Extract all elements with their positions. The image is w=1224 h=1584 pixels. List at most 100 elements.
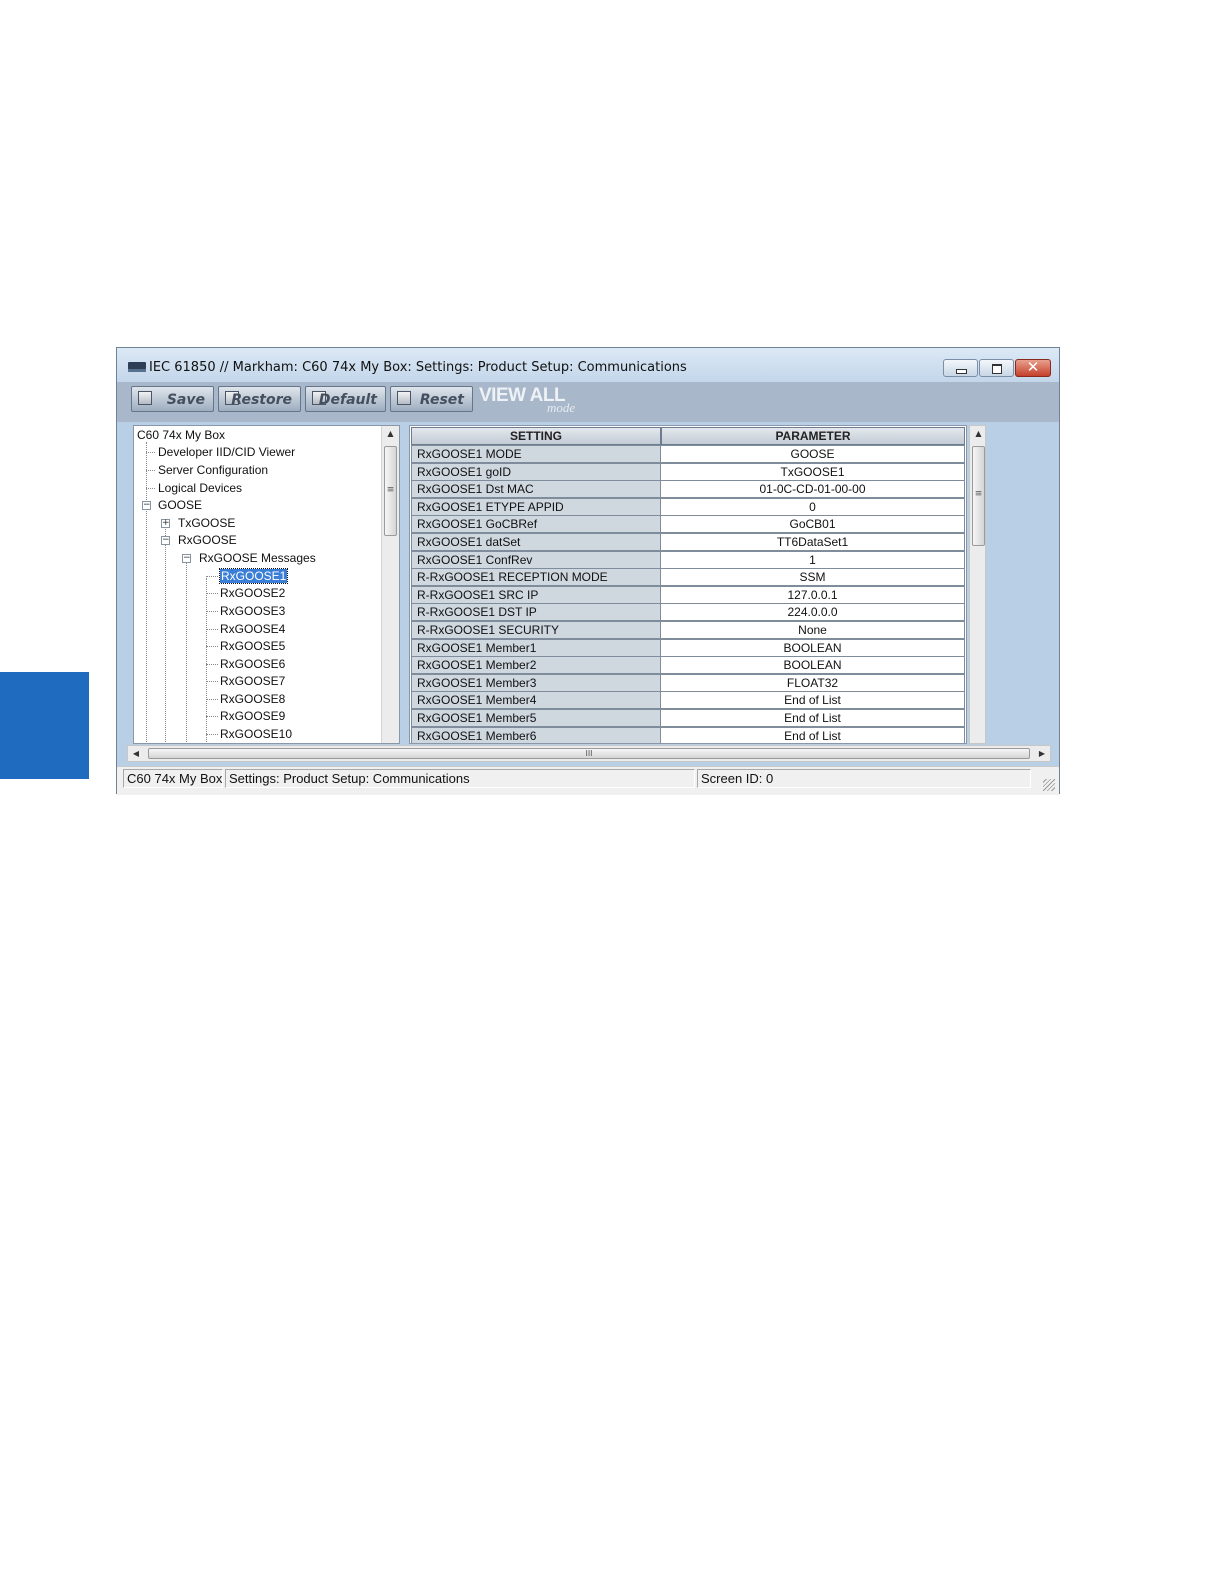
- parameter-value-cell[interactable]: GOOSE: [661, 445, 965, 463]
- tree-connector: [206, 576, 218, 577]
- maximize-icon: [992, 364, 1002, 374]
- grid-vertical-scrollbar[interactable]: ▲ ≡: [969, 425, 986, 744]
- setting-name-cell: RxGOOSE1 GoCBRef: [411, 515, 661, 534]
- column-header-setting[interactable]: SETTING: [411, 427, 661, 445]
- settings-grid: SETTING PARAMETER RxGOOSE1 MODE GOOSE RxGO…: [409, 425, 967, 744]
- default-button[interactable]: Default: [305, 386, 386, 412]
- setting-name-cell: R-RxGOOSE1 SRC IP: [411, 585, 661, 604]
- grip-icon: ≡: [386, 485, 395, 495]
- tree-connector: [206, 646, 218, 647]
- tree-item-txgoose[interactable]: TxGOOSE: [178, 516, 235, 530]
- tree-item-rxgoose-messages[interactable]: RxGOOSE Messages: [199, 551, 316, 565]
- expand-icon[interactable]: +: [161, 519, 170, 528]
- status-screen-id: Screen ID: 0: [697, 769, 1031, 788]
- tree-item-rxgoose10[interactable]: RxGOOSE10: [220, 727, 292, 741]
- status-device: C60 74x My Box: [123, 769, 223, 788]
- tree-item-rxgoose5[interactable]: RxGOOSE5: [220, 639, 285, 653]
- tree-scroll-thumb[interactable]: ≡: [384, 446, 397, 536]
- setting-name-cell: RxGOOSE1 MODE: [411, 445, 661, 463]
- parameter-value-cell[interactable]: FLOAT32: [661, 673, 965, 692]
- parameter-value-cell[interactable]: 0: [661, 497, 965, 516]
- horizontal-scrollbar[interactable]: ◀ III ▶: [127, 745, 1051, 762]
- minimize-button[interactable]: [943, 359, 978, 377]
- setting-name-cell: RxGOOSE1 Member1: [411, 638, 661, 657]
- parameter-value-cell[interactable]: GoCB01: [661, 515, 965, 534]
- setting-name-cell: RxGOOSE1 Member6: [411, 726, 661, 743]
- setting-name-cell: RxGOOSE1 Member3: [411, 673, 661, 692]
- parameter-value-cell[interactable]: 224.0.0.0: [661, 603, 965, 622]
- setting-name-cell: RxGOOSE1 ETYPE APPID: [411, 497, 661, 516]
- save-label: Save: [166, 392, 205, 408]
- collapse-icon[interactable]: −: [161, 536, 170, 545]
- tree-connector: [206, 611, 218, 612]
- setting-name-cell: R-RxGOOSE1 RECEPTION MODE: [411, 568, 661, 587]
- restore-button[interactable]: Restore: [218, 386, 301, 412]
- settings-window: IEC 61850 // Markham: C60 74x My Box: Se…: [116, 347, 1060, 795]
- title-bar[interactable]: IEC 61850 // Markham: C60 74x My Box: Se…: [117, 348, 1059, 382]
- parameter-value-cell[interactable]: End of List: [661, 709, 965, 727]
- save-button[interactable]: Save: [131, 386, 214, 412]
- resize-grip-icon[interactable]: [1043, 779, 1055, 791]
- tree-connector: [146, 488, 155, 489]
- status-bar: C60 74x My Box Settings: Product Setup: …: [117, 766, 1059, 795]
- parameter-value-cell[interactable]: TT6DataSet1: [661, 533, 965, 551]
- grid-scroll-thumb[interactable]: ≡: [972, 446, 985, 546]
- setting-name-cell: R-RxGOOSE1 SECURITY: [411, 621, 661, 639]
- tree-item-goose[interactable]: GOOSE: [158, 498, 202, 512]
- parameter-value-cell[interactable]: SSM: [661, 568, 965, 587]
- tree-item-rxgoose1[interactable]: RxGOOSE1: [218, 568, 289, 584]
- tree-item-logical-devices[interactable]: Logical Devices: [158, 481, 242, 495]
- tree-item-rxgoose7[interactable]: RxGOOSE7: [220, 674, 285, 688]
- scroll-up-icon[interactable]: ▲: [382, 426, 399, 442]
- tree-item-rxgoose9[interactable]: RxGOOSE9: [220, 709, 285, 723]
- close-icon: ✕: [1026, 358, 1040, 376]
- setting-name-cell: RxGOOSE1 Member2: [411, 656, 661, 675]
- status-path: Settings: Product Setup: Communications: [225, 769, 695, 788]
- parameter-value-cell[interactable]: End of List: [661, 726, 965, 743]
- tree-item-rxgoose4[interactable]: RxGOOSE4: [220, 622, 285, 636]
- horizontal-scroll-thumb[interactable]: III: [148, 748, 1030, 759]
- tree-connector: [206, 681, 218, 682]
- maximize-button[interactable]: [979, 359, 1014, 377]
- tree-item-server-configuration[interactable]: Server Configuration: [158, 463, 268, 477]
- tree-connector: [206, 593, 218, 594]
- parameter-value-cell[interactable]: End of List: [661, 691, 965, 710]
- parameter-value-cell[interactable]: 01-0C-CD-01-00-00: [661, 480, 965, 499]
- tree-root[interactable]: C60 74x My Box: [137, 428, 225, 442]
- toolbar: Save Restore Default Reset VIEW ALL mode: [117, 382, 1059, 422]
- tree-vertical-scrollbar[interactable]: ▲ ≡: [381, 426, 399, 743]
- restore-label: Restore: [231, 392, 292, 408]
- tree-guide-line: [165, 526, 166, 743]
- setting-name-cell: RxGOOSE1 datSet: [411, 533, 661, 551]
- tree-connector: [146, 452, 155, 453]
- tree-item-developer-viewer[interactable]: Developer IID/CID Viewer: [158, 445, 295, 459]
- collapse-icon[interactable]: −: [142, 501, 151, 510]
- parameter-value-cell[interactable]: BOOLEAN: [661, 656, 965, 675]
- close-button[interactable]: ✕: [1015, 358, 1051, 377]
- save-icon: [138, 391, 152, 405]
- setting-name-cell: RxGOOSE1 Member4: [411, 691, 661, 710]
- parameter-value-cell[interactable]: 1: [661, 550, 965, 569]
- tree-item-rxgoose2[interactable]: RxGOOSE2: [220, 586, 285, 600]
- column-header-parameter[interactable]: PARAMETER: [661, 427, 965, 445]
- setting-name-cell: R-RxGOOSE1 DST IP: [411, 603, 661, 622]
- tree-item-rxgoose3[interactable]: RxGOOSE3: [220, 604, 285, 618]
- tree-item-rxgoose6[interactable]: RxGOOSE6: [220, 657, 285, 671]
- navigation-tree[interactable]: C60 74x My Box Developer IID/CID Viewer …: [133, 425, 400, 744]
- tree-connector: [206, 629, 218, 630]
- scroll-left-icon[interactable]: ◀: [128, 746, 144, 761]
- tree-item-rxgoose[interactable]: RxGOOSE: [178, 533, 237, 547]
- tree-guide-line: [206, 578, 207, 743]
- parameter-value-cell[interactable]: TxGOOSE1: [661, 462, 965, 481]
- reset-button[interactable]: Reset: [390, 386, 473, 412]
- tree-connector: [206, 716, 218, 717]
- scroll-up-icon[interactable]: ▲: [970, 426, 987, 442]
- minimize-icon: [956, 369, 967, 374]
- parameter-value-cell[interactable]: 127.0.0.1: [661, 585, 965, 604]
- parameter-value-cell[interactable]: BOOLEAN: [661, 638, 965, 657]
- setting-name-cell: RxGOOSE1 ConfRev: [411, 550, 661, 569]
- tree-item-rxgoose8[interactable]: RxGOOSE8: [220, 692, 285, 706]
- scroll-right-icon[interactable]: ▶: [1034, 746, 1050, 761]
- collapse-icon[interactable]: −: [182, 554, 191, 563]
- parameter-value-cell[interactable]: None: [661, 621, 965, 639]
